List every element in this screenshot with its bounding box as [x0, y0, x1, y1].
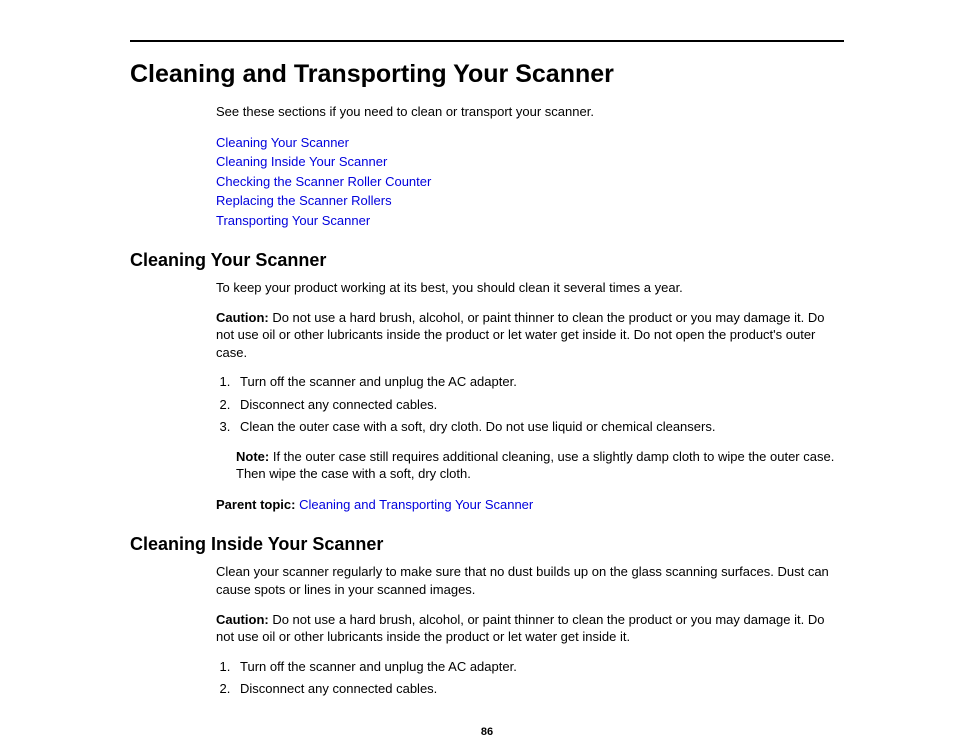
- caution-paragraph: Caution: Do not use a hard brush, alcoho…: [216, 309, 844, 362]
- toc-link[interactable]: Replacing the Scanner Rollers: [216, 191, 844, 211]
- section-heading: Cleaning Inside Your Scanner: [130, 534, 844, 555]
- section-heading: Cleaning Your Scanner: [130, 250, 844, 271]
- step-item: Turn off the scanner and unplug the AC a…: [234, 373, 844, 391]
- note-block: Note: If the outer case still requires a…: [236, 448, 844, 483]
- step-item: Turn off the scanner and unplug the AC a…: [234, 658, 844, 676]
- page-title: Cleaning and Transporting Your Scanner: [130, 60, 844, 89]
- toc-link[interactable]: Checking the Scanner Roller Counter: [216, 172, 844, 192]
- note-label: Note:: [236, 449, 269, 464]
- horizontal-rule: [130, 40, 844, 42]
- caution-label: Caution:: [216, 612, 269, 627]
- toc-link[interactable]: Transporting Your Scanner: [216, 211, 844, 231]
- section-paragraph: Clean your scanner regularly to make sur…: [216, 563, 844, 598]
- steps-list: Turn off the scanner and unplug the AC a…: [216, 658, 844, 698]
- step-item: Disconnect any connected cables.: [234, 680, 844, 698]
- section-paragraph: To keep your product working at its best…: [216, 279, 844, 297]
- document-page: Cleaning and Transporting Your Scanner S…: [0, 0, 954, 738]
- toc-links: Cleaning Your Scanner Cleaning Inside Yo…: [216, 133, 844, 231]
- section-body: To keep your product working at its best…: [216, 279, 844, 514]
- page-number: 86: [130, 726, 844, 738]
- toc-link[interactable]: Cleaning Your Scanner: [216, 133, 844, 153]
- note-text: If the outer case still requires additio…: [236, 449, 834, 482]
- step-item: Disconnect any connected cables.: [234, 396, 844, 414]
- step-item: Clean the outer case with a soft, dry cl…: [234, 418, 844, 436]
- intro-text: See these sections if you need to clean …: [216, 103, 844, 121]
- caution-text: Do not use a hard brush, alcohol, or pai…: [216, 310, 824, 360]
- intro-block: See these sections if you need to clean …: [216, 103, 844, 230]
- caution-text: Do not use a hard brush, alcohol, or pai…: [216, 612, 824, 645]
- toc-link[interactable]: Cleaning Inside Your Scanner: [216, 152, 844, 172]
- parent-topic-link[interactable]: Cleaning and Transporting Your Scanner: [295, 497, 533, 512]
- caution-label: Caution:: [216, 310, 269, 325]
- caution-paragraph: Caution: Do not use a hard brush, alcoho…: [216, 611, 844, 646]
- section-body: Clean your scanner regularly to make sur…: [216, 563, 844, 697]
- parent-topic: Parent topic: Cleaning and Transporting …: [216, 495, 844, 515]
- steps-list: Turn off the scanner and unplug the AC a…: [216, 373, 844, 436]
- parent-topic-label: Parent topic:: [216, 497, 295, 512]
